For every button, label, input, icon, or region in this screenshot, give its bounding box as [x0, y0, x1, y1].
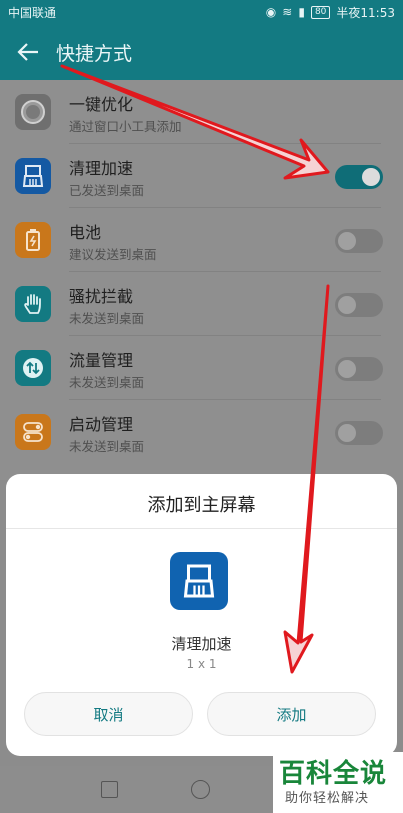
toggle-knob — [338, 296, 356, 314]
battery-icon — [15, 222, 51, 258]
page-title: 快捷方式 — [56, 42, 133, 65]
shortcut-toggle[interactable] — [335, 165, 383, 189]
add-button[interactable]: 添加 — [207, 692, 376, 736]
shortcut-toggle[interactable] — [335, 421, 383, 445]
shortcut-name: 启动管理 — [69, 415, 134, 434]
app-bar: 快捷方式 — [0, 24, 403, 80]
shortcut-toggle[interactable] — [335, 357, 383, 381]
shortcut-status: 建议发送到桌面 — [69, 247, 157, 262]
hand-icon — [15, 286, 51, 322]
shortcut-toggle[interactable] — [335, 229, 383, 253]
widget-size: 1 x 1 — [186, 657, 217, 671]
list-item[interactable]: 一键优化 通过窗口小工具添加 — [0, 80, 403, 144]
shortcut-name: 一键优化 — [69, 95, 134, 114]
recents-icon[interactable] — [101, 781, 118, 798]
divider — [6, 528, 397, 529]
signal-icon: ▮ — [298, 5, 305, 19]
shortcut-name: 流量管理 — [69, 351, 134, 370]
shortcut-status: 通过窗口小工具添加 — [69, 119, 182, 134]
list-item[interactable]: 流量管理 未发送到桌面 — [0, 336, 403, 400]
list-item[interactable]: 启动管理 未发送到桌面 — [0, 400, 403, 464]
clock: 半夜11:53 — [336, 5, 395, 20]
watermark-tagline: 助你轻松解决 — [285, 791, 370, 806]
back-arrow-icon[interactable] — [0, 24, 56, 80]
shortcut-status: 已发送到桌面 — [69, 183, 145, 198]
toggle-knob — [338, 232, 356, 250]
data-traffic-icon — [15, 350, 51, 386]
broom-icon — [170, 552, 228, 610]
shortcut-status: 未发送到桌面 — [69, 311, 145, 326]
cancel-button[interactable]: 取消 — [24, 692, 193, 736]
carrier-label: 中国联通 — [8, 5, 57, 20]
status-icons: ◉ ≋ ▮ 80 半夜11:53 — [266, 4, 395, 21]
toggle-knob — [338, 424, 356, 442]
dialog-title: 添加到主屏幕 — [147, 495, 256, 516]
status-bar: 中国联通 ◉ ≋ ▮ 80 半夜11:53 — [0, 0, 403, 24]
broom-icon — [15, 158, 51, 194]
eye-icon: ◉ — [265, 5, 277, 19]
widget-name: 清理加速 — [171, 635, 232, 653]
startup-icon — [15, 414, 51, 450]
shortcut-toggle[interactable] — [335, 293, 383, 317]
toggle-knob — [338, 360, 356, 378]
home-icon[interactable] — [191, 780, 210, 799]
toggle-knob — [362, 168, 380, 186]
add-to-home-dialog: 添加到主屏幕 清理加速 1 x 1 取消 添加 — [6, 474, 397, 756]
shortcut-status: 未发送到桌面 — [69, 375, 145, 390]
list-item[interactable]: 清理加速 已发送到桌面 — [0, 144, 403, 208]
shortcut-list: 一键优化 通过窗口小工具添加 清理加速 已发送到桌面 电池 建议发送到桌面 骚扰… — [0, 80, 403, 480]
shortcut-name: 清理加速 — [69, 159, 134, 178]
shortcut-name: 电池 — [69, 223, 102, 242]
watermark: 百科全说 助你轻松解决 — [273, 752, 403, 813]
list-item[interactable]: 骚扰拦截 未发送到桌面 — [0, 272, 403, 336]
list-item[interactable]: 电池 建议发送到桌面 — [0, 208, 403, 272]
optimize-icon — [15, 94, 51, 130]
shortcut-status: 未发送到桌面 — [69, 439, 145, 454]
watermark-brand: 百科全说 — [279, 759, 388, 789]
battery-indicator: 80 — [310, 5, 331, 19]
wifi-icon: ≋ — [282, 5, 293, 19]
shortcut-name: 骚扰拦截 — [69, 287, 134, 306]
